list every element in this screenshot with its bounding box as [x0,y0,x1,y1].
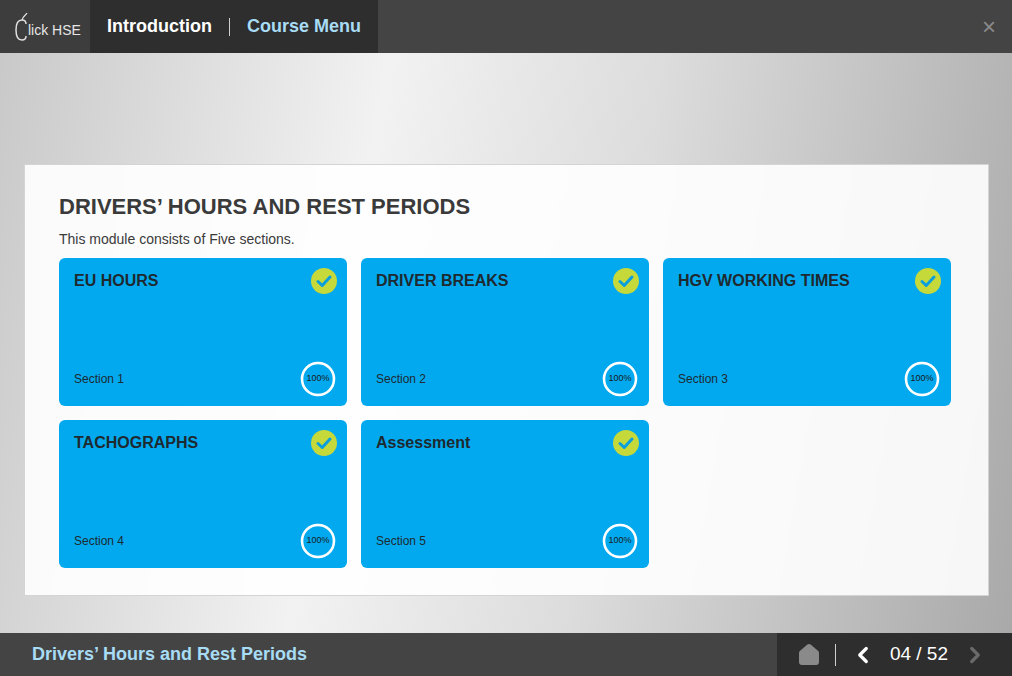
progress-text: 100% [601,360,639,398]
bottom-bar: Drivers’ Hours and Rest Periods 04 / 52 [0,633,1012,676]
section-card[interactable]: HGV WORKING TIMES Section 3 100% [663,258,951,406]
progress-text: 100% [601,522,639,560]
section-label: Section 5 [376,532,426,560]
section-grid: EU HOURS Section 1 100% DRIVER BREAKS Sectio… [59,258,968,568]
progress-text: 100% [299,522,337,560]
nav-separator [835,644,836,666]
section-label: Section 2 [376,370,426,398]
app: lick HSE Introduction Course Menu × DRIVERS’… [0,0,1012,676]
mouse-logo-icon [14,12,30,42]
progress-ring: 100% [299,522,337,560]
check-icon [311,430,337,456]
top-bar: lick HSE Introduction Course Menu × [0,0,1012,53]
previous-icon[interactable] [850,642,876,668]
section-card[interactable]: EU HOURS Section 1 100% [59,258,347,406]
section-card[interactable]: DRIVER BREAKS Section 2 100% [361,258,649,406]
progress-ring: 100% [903,360,941,398]
logo-text: lick HSE [28,20,81,41]
section-title: HGV WORKING TIMES [678,268,850,291]
header-tabs: Introduction Course Menu [90,0,378,53]
module-title: DRIVERS’ HOURS AND REST PERIODS [59,193,968,221]
progress-text: 100% [299,360,337,398]
page-counter: 04 / 52 [890,640,948,669]
section-title: TACHOGRAPHS [74,430,198,453]
progress-ring: 100% [601,522,639,560]
header-tab[interactable]: Introduction [107,13,212,40]
module-subtitle: This module consists of Five sections. [59,229,968,250]
section-card[interactable]: Assessment Section 5 100% [361,420,649,568]
section-label: Section 4 [74,532,124,560]
section-label: Section 1 [74,370,124,398]
section-title: Assessment [376,430,470,453]
next-icon[interactable] [962,642,988,668]
page-nav: 04 / 52 [777,633,1012,676]
home-icon[interactable] [797,643,821,667]
section-label: Section 3 [678,370,728,398]
logo[interactable]: lick HSE [0,0,90,53]
check-icon [613,268,639,294]
module-panel: DRIVERS’ HOURS AND REST PERIODS This modu… [24,164,989,596]
section-title: EU HOURS [74,268,158,291]
check-icon [613,430,639,456]
check-icon [311,268,337,294]
progress-text: 100% [903,360,941,398]
section-card[interactable]: TACHOGRAPHS Section 4 100% [59,420,347,568]
photo-background: DRIVERS’ HOURS AND REST PERIODS This modu… [0,53,1012,633]
check-icon [915,268,941,294]
header-tab[interactable]: Course Menu [247,13,361,40]
progress-ring: 100% [299,360,337,398]
section-title: DRIVER BREAKS [376,268,508,291]
close-button[interactable]: × [982,0,1012,53]
footer-title: Drivers’ Hours and Rest Periods [0,633,307,676]
tab-separator [229,18,230,36]
progress-ring: 100% [601,360,639,398]
